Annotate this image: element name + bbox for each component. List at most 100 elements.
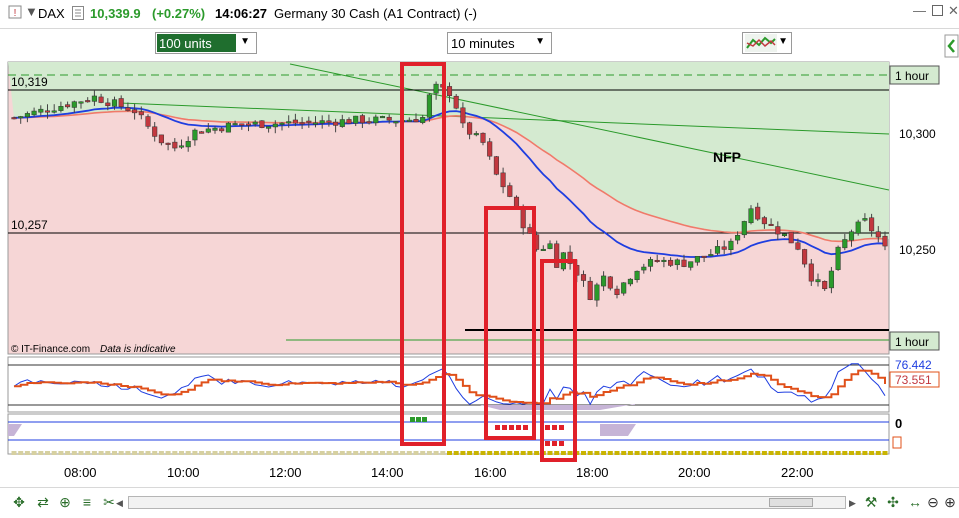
time-tick-mark [105, 451, 111, 455]
candle-bearish [165, 142, 171, 145]
crosshair-icon[interactable]: ✥ [10, 493, 28, 511]
fit-icon[interactable]: ↔ [906, 493, 924, 511]
scroll-icon[interactable]: ≡ [78, 493, 96, 511]
candle-bullish [694, 256, 700, 263]
time-tick-mark [380, 451, 385, 455]
candle-bearish [65, 104, 71, 108]
candle-bearish [105, 102, 111, 106]
time-tick-mark [339, 451, 345, 455]
signal-panel: 0 [7, 413, 902, 455]
time-tick-mark [366, 451, 372, 455]
candle-bullish [688, 261, 694, 268]
candle-bearish [245, 123, 252, 126]
status-bar: ✥ ⇄ ⊕ ≡ ✂ ◀ ▶ ⚒ ✣ ↔ ⊖ ⊕ [0, 487, 959, 518]
time-tick-mark [581, 451, 586, 455]
time-tick-mark [487, 451, 493, 455]
price-tick-10300: 10,300 [899, 127, 936, 141]
signal-panel-marker [892, 436, 902, 449]
scrollbar-thumb[interactable] [769, 498, 813, 507]
price-chart[interactable]: 10,319 10,257 NFP © IT-Finance.com Data … [0, 0, 959, 487]
candle-bullish [58, 106, 64, 111]
candle-bullish [735, 235, 741, 241]
candle-bullish [835, 246, 841, 270]
candle-bearish [292, 119, 298, 124]
candle-bullish [714, 246, 721, 254]
candle-bearish [172, 141, 178, 149]
candle-bearish [118, 98, 124, 107]
time-tick-mark [71, 451, 77, 455]
candle-bullish [781, 233, 788, 237]
candle-bearish [366, 121, 372, 124]
time-tick-mark [467, 451, 473, 455]
candle-bullish [540, 248, 546, 251]
time-tick-mark [299, 451, 305, 455]
scroll-right-icon[interactable]: ▶ [849, 498, 856, 509]
candle-bullish [312, 122, 319, 125]
time-tick-mark [480, 451, 486, 455]
time-tick-mark [138, 451, 144, 455]
indicator-value-1: 76.442 [895, 358, 932, 372]
time-tick-mark [775, 451, 781, 455]
candle-bullish [91, 95, 97, 102]
candle-bearish [125, 107, 131, 111]
time-tick-mark [728, 451, 734, 455]
candle-bearish [239, 123, 245, 126]
candle-bearish [386, 116, 392, 121]
time-tick-mark [279, 451, 285, 455]
time-tick-mark [768, 451, 774, 455]
time-tick-mark [802, 451, 808, 455]
time-tick-mark [882, 451, 888, 455]
time-label-1600: 16:00 [474, 465, 507, 480]
time-tick-mark [386, 451, 392, 455]
time-tick-mark [125, 451, 131, 455]
candle-bullish [848, 231, 855, 241]
time-tick-mark [835, 451, 841, 455]
candle-bearish [299, 122, 305, 125]
candle-bullish [18, 116, 24, 119]
candle-bearish [453, 95, 459, 109]
candle-bullish [212, 127, 218, 131]
candle-bearish [882, 235, 888, 247]
price-axis: 1 hour 10,300 10,250 1 hour [889, 65, 940, 351]
chart-scrollbar[interactable] [128, 496, 846, 509]
time-tick-mark [587, 451, 593, 455]
candle-bearish [668, 259, 674, 266]
zoom-icon[interactable]: ⊕ [56, 493, 74, 511]
time-tick-mark [165, 451, 171, 455]
time-tick-mark [286, 451, 292, 455]
expand-icon[interactable]: ✣ [884, 493, 902, 511]
scroll-left-icon[interactable]: ◀ [116, 498, 123, 509]
time-tick-mark [715, 451, 720, 455]
candle-bullish [647, 259, 654, 267]
candle-bearish [199, 131, 205, 134]
time-tick-mark [326, 451, 332, 455]
time-tick-mark [18, 451, 24, 455]
pan-icon[interactable]: ⇄ [34, 493, 52, 511]
candle-bearish [152, 126, 158, 137]
candle-bullish [192, 129, 198, 141]
time-tick-mark [346, 451, 352, 455]
candle-bullish [406, 119, 412, 122]
zoom-in-icon[interactable]: ⊕ [941, 493, 959, 511]
candle-bullish [473, 133, 479, 136]
candle-bearish [607, 276, 613, 289]
time-tick-mark [112, 451, 117, 455]
time-tick-strip [11, 451, 888, 455]
candle-bearish [98, 96, 104, 103]
candle-bearish [359, 115, 365, 124]
zoom-out-icon[interactable]: ⊖ [924, 493, 942, 511]
candle-bullish [379, 116, 386, 119]
candle-bearish [802, 249, 808, 265]
time-tick-mark [755, 451, 761, 455]
candle-bullish [842, 239, 848, 249]
timeframe-tag-top-label: 1 hour [895, 69, 929, 83]
disclaimer-text: Data is indicative [100, 344, 176, 355]
candle-bullish [433, 83, 439, 94]
candle-bullish [426, 94, 432, 118]
candle-bearish [869, 217, 875, 232]
time-tick-mark [641, 451, 647, 455]
time-tick-mark [78, 451, 84, 455]
time-label-2000: 20:00 [678, 465, 711, 480]
tools-icon[interactable]: ⚒ [862, 493, 880, 511]
nfp-annotation: NFP [713, 149, 741, 165]
